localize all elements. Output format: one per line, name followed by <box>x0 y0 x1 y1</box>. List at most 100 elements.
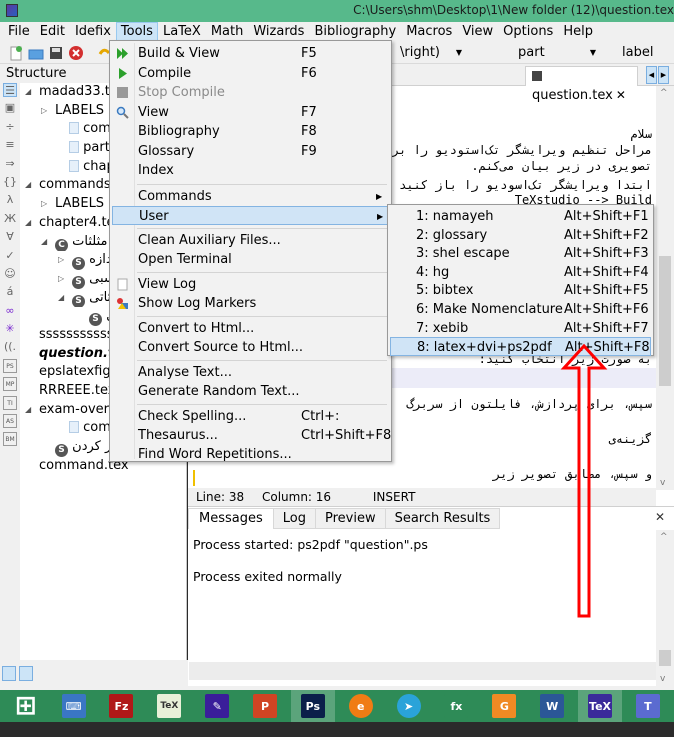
user-command-item[interactable]: 5: bibtex Alt+Shift+F5 <box>390 281 651 300</box>
menu-help[interactable]: Help <box>558 22 598 42</box>
taskbar-button[interactable]: Ps <box>291 690 335 722</box>
right-delimiter-combo[interactable]: \right) ▼ <box>400 44 462 62</box>
taskbar-button[interactable]: G <box>483 690 526 722</box>
menu-item-thesaurus[interactable]: Thesaurus... Ctrl+Shift+F8 <box>112 426 391 445</box>
menu-tools[interactable]: Tools <box>115 22 158 42</box>
accent-a-icon[interactable]: á <box>3 285 17 299</box>
taskbar-button[interactable]: ⌨ <box>52 690 95 722</box>
menu-wizards[interactable]: Wizards <box>248 22 309 42</box>
tab-log[interactable]: Log <box>273 508 316 529</box>
label-button[interactable]: label <box>622 44 674 62</box>
check-icon[interactable]: ✓ <box>3 249 17 263</box>
expand-icon[interactable]: ◢ <box>25 176 31 194</box>
menu-item-build-view[interactable]: Build & View F5 <box>112 44 389 63</box>
forall-icon[interactable]: ∀ <box>3 230 17 244</box>
menu-item-open-terminal[interactable]: Open Terminal <box>112 250 389 269</box>
collapse-icon[interactable]: ▷ <box>41 195 47 213</box>
list-icon[interactable]: ☰ <box>3 83 17 97</box>
menu-item-stop-compile[interactable]: Stop Compile <box>112 83 389 102</box>
taskbar-button[interactable]: fx <box>435 690 478 722</box>
expand-icon[interactable]: ◢ <box>41 233 47 251</box>
asymptote-icon[interactable]: AS <box>3 414 17 429</box>
expand-icon[interactable]: ◢ <box>25 214 31 232</box>
user-command-item[interactable]: 8: latex+dvi+ps2pdf Alt+Shift+F8 <box>390 337 651 357</box>
taskbar-button[interactable]: W <box>530 690 573 722</box>
menu-item-commands[interactable]: Commands ▶ <box>112 187 389 206</box>
menu-item-index[interactable]: Index <box>112 161 389 180</box>
tab-preview[interactable]: Preview <box>315 508 386 529</box>
metapost-icon[interactable]: MP <box>3 377 17 392</box>
open-file-icon[interactable] <box>28 45 44 61</box>
save-icon[interactable] <box>48 45 64 61</box>
infinity-icon[interactable]: ∞ <box>3 304 17 318</box>
expand-icon[interactable]: ◢ <box>25 401 31 419</box>
expand-icon[interactable]: ◢ <box>58 289 64 307</box>
scroll-up-icon[interactable]: ^ <box>660 532 668 542</box>
sectioning-combo[interactable]: part ▼ <box>518 44 596 62</box>
taskbar-button[interactable]: TeX <box>578 690 622 722</box>
scroll-down-icon[interactable]: v <box>660 478 665 488</box>
menu-latex[interactable]: LaTeX <box>158 22 206 42</box>
smiley-icon[interactable]: ☺ <box>3 267 17 281</box>
close-file-icon[interactable] <box>68 45 84 61</box>
editor-scrollbar[interactable]: ^ v <box>656 86 674 490</box>
user-command-item[interactable]: 6: Make Nomenclature Alt+Shift+F6 <box>390 300 651 319</box>
user-command-item[interactable]: 4: hg Alt+Shift+F4 <box>390 263 651 282</box>
scrollbar-thumb[interactable] <box>659 650 671 666</box>
menu-edit[interactable]: Edit <box>35 22 70 42</box>
user-command-item[interactable]: 1: namayeh Alt+Shift+F1 <box>390 207 651 226</box>
taskbar-button[interactable]: P <box>243 690 286 722</box>
scrollbar-thumb[interactable] <box>659 256 671 386</box>
taskbar-button[interactable]: e <box>339 690 382 722</box>
messages-scrollbar[interactable]: ^ v <box>656 530 674 686</box>
tab-scroll-right[interactable]: ▶ <box>658 66 669 84</box>
menu-item-analyse-text[interactable]: Analyse Text... <box>112 363 389 382</box>
scroll-down-icon[interactable]: v <box>660 674 665 684</box>
pstricks-icon[interactable]: PS <box>3 358 17 373</box>
taskbar-button[interactable]: ⊞ <box>4 690 47 722</box>
menu-view[interactable]: View <box>457 22 498 42</box>
taskbar-button[interactable]: Fz <box>100 690 143 722</box>
menu-item-user[interactable]: User ▶ <box>112 205 389 225</box>
arrow-right-icon[interactable]: ⇒ <box>3 157 17 171</box>
tab-search-results[interactable]: Search Results <box>385 508 501 529</box>
menu-item-convert-source-to-html[interactable]: Convert Source to Html... <box>112 338 389 357</box>
menu-item-generate-random-text[interactable]: Generate Random Text... <box>112 382 389 401</box>
beamer-icon[interactable]: BM <box>3 432 17 447</box>
bookmark-icon[interactable]: ▣ <box>3 101 17 115</box>
menu-bibliography[interactable]: Bibliography <box>309 22 401 42</box>
menu-item-check-spelling[interactable]: Check Spelling... Ctrl+: <box>112 407 389 426</box>
tab-scroll-left[interactable]: ◀ <box>646 66 657 84</box>
menu-item-view[interactable]: View F7 <box>112 103 389 122</box>
bracket-icon[interactable]: ((. <box>3 340 17 354</box>
collapse-icon[interactable]: ▷ <box>58 251 64 269</box>
scroll-up-icon[interactable]: ^ <box>660 88 668 98</box>
messages-hscrollbar[interactable] <box>189 662 656 680</box>
lambda-icon[interactable]: λ <box>3 193 17 207</box>
toggle-structure-button[interactable] <box>2 666 16 681</box>
menu-file[interactable]: File <box>3 22 35 42</box>
menu-item-bibliography[interactable]: Bibliography F8 <box>112 122 389 141</box>
user-command-item[interactable]: 2: glossary Alt+Shift+F2 <box>390 226 651 245</box>
collapse-icon[interactable]: ▷ <box>58 270 64 288</box>
toggle-messages-button[interactable] <box>19 666 33 681</box>
user-command-item[interactable]: 3: shel escape Alt+Shift+F3 <box>390 244 651 263</box>
zhe-icon[interactable]: Ж <box>3 212 17 226</box>
division-icon[interactable]: ÷ <box>3 120 17 134</box>
close-panel-icon[interactable]: ✕ <box>655 510 665 524</box>
collapse-icon[interactable]: ▷ <box>41 102 47 120</box>
tab-messages[interactable]: Messages <box>188 508 274 529</box>
braces-icon[interactable]: {} <box>3 175 17 189</box>
menu-math[interactable]: Math <box>206 22 249 42</box>
tikz-icon[interactable]: TI <box>3 395 17 410</box>
taskbar-button[interactable]: ✎ <box>195 690 238 722</box>
menu-item-view-log[interactable]: View Log <box>112 275 389 294</box>
menu-item-glossary[interactable]: Glossary F9 <box>112 142 389 161</box>
menu-item-convert-to-html[interactable]: Convert to Html... <box>112 319 389 338</box>
user-command-item[interactable]: 7: xebib Alt+Shift+F7 <box>390 319 651 338</box>
taskbar-button[interactable]: ➤ <box>387 690 430 722</box>
menu-idefix[interactable]: Idefix <box>70 22 116 42</box>
menu-options[interactable]: Options <box>498 22 558 42</box>
tab-question[interactable]: question.tex ✕ <box>525 66 638 103</box>
taskbar-button[interactable]: TeX <box>148 690 191 722</box>
